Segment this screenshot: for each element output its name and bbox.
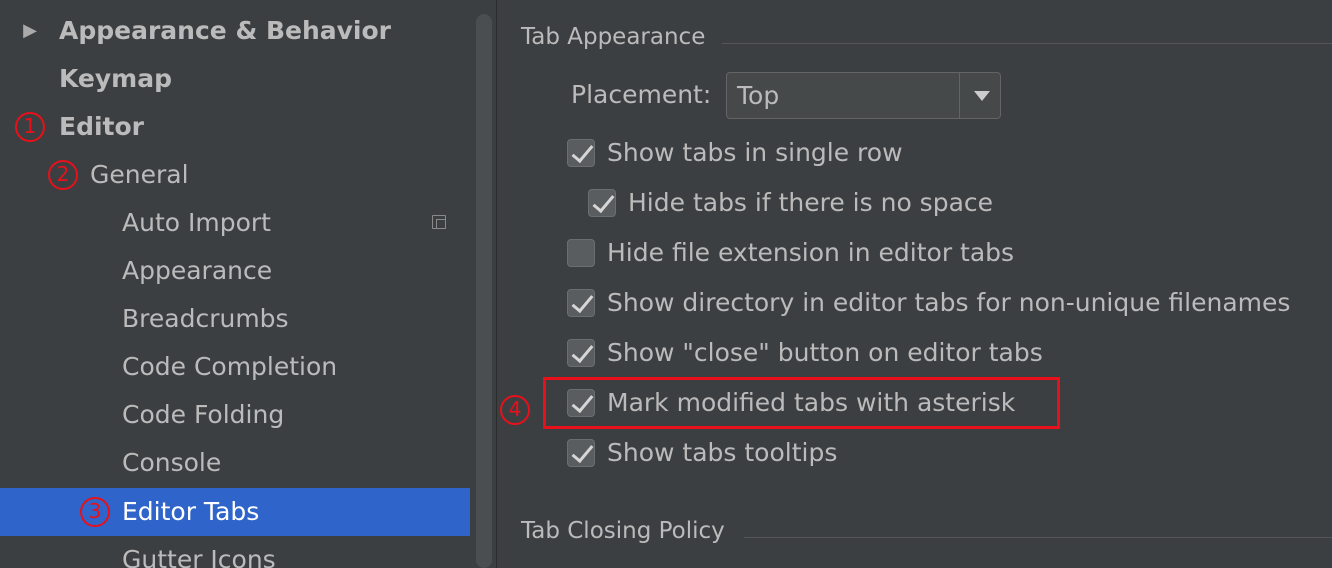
section-title-tab-appearance: Tab Appearance (521, 24, 706, 50)
tree-item-appearance[interactable]: Appearance (0, 247, 470, 295)
settings-tree: ▶ Appearance & Behavior Keymap 1 Editor … (0, 0, 470, 568)
show-close-button-checkbox[interactable] (567, 339, 595, 367)
checkmark-icon (571, 389, 594, 414)
tree-item-editor[interactable]: 1 Editor (0, 103, 470, 151)
show-tabs-tooltips-checkbox[interactable] (567, 439, 595, 467)
hide-file-extension-checkbox[interactable] (567, 239, 595, 267)
checkmark-icon (571, 289, 594, 314)
tree-item-breadcrumbs[interactable]: Breadcrumbs (0, 295, 470, 343)
tree-item-label: Keymap (59, 64, 173, 93)
checkmark-icon (571, 139, 594, 164)
hide-tabs-no-space-checkbox[interactable] (588, 189, 616, 217)
tree-item-editor-tabs[interactable]: 3 Editor Tabs (0, 488, 470, 536)
tree-item-label: Appearance (122, 256, 273, 285)
annotation-marker-2: 2 (48, 160, 78, 190)
sidebar-scrollbar-thumb[interactable] (476, 14, 492, 568)
checkbox-label: Hide file extension in editor tabs (607, 238, 1015, 267)
chevron-down-icon[interactable] (974, 91, 990, 101)
checkmark-icon (571, 339, 594, 364)
tree-item-label: Editor (59, 112, 144, 141)
tree-item-label: Code Folding (122, 400, 285, 429)
tree-item-console[interactable]: Console (0, 439, 470, 487)
editor-tabs-settings-panel: Tab Appearance Placement: Top Show tabs … (497, 0, 1332, 568)
checkbox-label: Show "close" button on editor tabs (607, 338, 1043, 367)
placement-select[interactable]: Top (726, 72, 1001, 119)
tree-item-keymap[interactable]: Keymap (0, 55, 470, 103)
mark-modified-asterisk-checkbox[interactable] (567, 389, 595, 417)
annotation-marker-3: 3 (80, 497, 110, 527)
tree-item-label: Auto Import (122, 208, 271, 237)
tree-item-label: Breadcrumbs (122, 304, 289, 333)
tree-item-label: Editor Tabs (122, 497, 260, 526)
settings-window: ▶ Appearance & Behavior Keymap 1 Editor … (0, 0, 1332, 568)
placement-label: Placement: (571, 80, 712, 109)
tree-item-label: Console (122, 448, 222, 477)
annotation-marker-1: 1 (15, 112, 45, 142)
checkbox-label: Show tabs in single row (607, 138, 903, 167)
copy-icon (432, 215, 446, 229)
checkmark-icon (592, 189, 615, 214)
tree-item-general[interactable]: 2 General (0, 151, 470, 199)
checkbox-label: Hide tabs if there is no space (628, 188, 994, 217)
checkbox-label: Show tabs tooltips (607, 438, 838, 467)
show-directory-checkbox[interactable] (567, 289, 595, 317)
tree-item-label: Code Completion (122, 352, 338, 381)
tree-item-label: Appearance & Behavior (59, 16, 391, 45)
tree-item-label: General (90, 160, 189, 189)
section-divider (722, 43, 1332, 44)
tree-item-code-completion[interactable]: Code Completion (0, 343, 470, 391)
tree-item-label: Gutter Icons (122, 545, 276, 568)
section-divider (744, 537, 1332, 538)
tree-item-auto-import[interactable]: Auto Import (0, 199, 470, 247)
placement-select-value: Top (737, 81, 780, 110)
annotation-marker-4: 4 (500, 395, 530, 425)
show-tabs-single-row-checkbox[interactable] (567, 139, 595, 167)
expand-arrow-icon[interactable]: ▶ (20, 7, 40, 55)
tree-item-gutter-icons[interactable]: Gutter Icons (0, 536, 470, 568)
select-separator (959, 73, 960, 118)
tree-item-code-folding[interactable]: Code Folding (0, 391, 470, 439)
checkbox-label: Show directory in editor tabs for non-un… (607, 288, 1291, 317)
checkbox-label: Mark modified tabs with asterisk (607, 388, 1016, 417)
checkmark-icon (571, 439, 594, 464)
tree-item-appearance-behavior[interactable]: ▶ Appearance & Behavior (0, 7, 470, 55)
section-title-tab-closing-policy: Tab Closing Policy (521, 518, 725, 544)
